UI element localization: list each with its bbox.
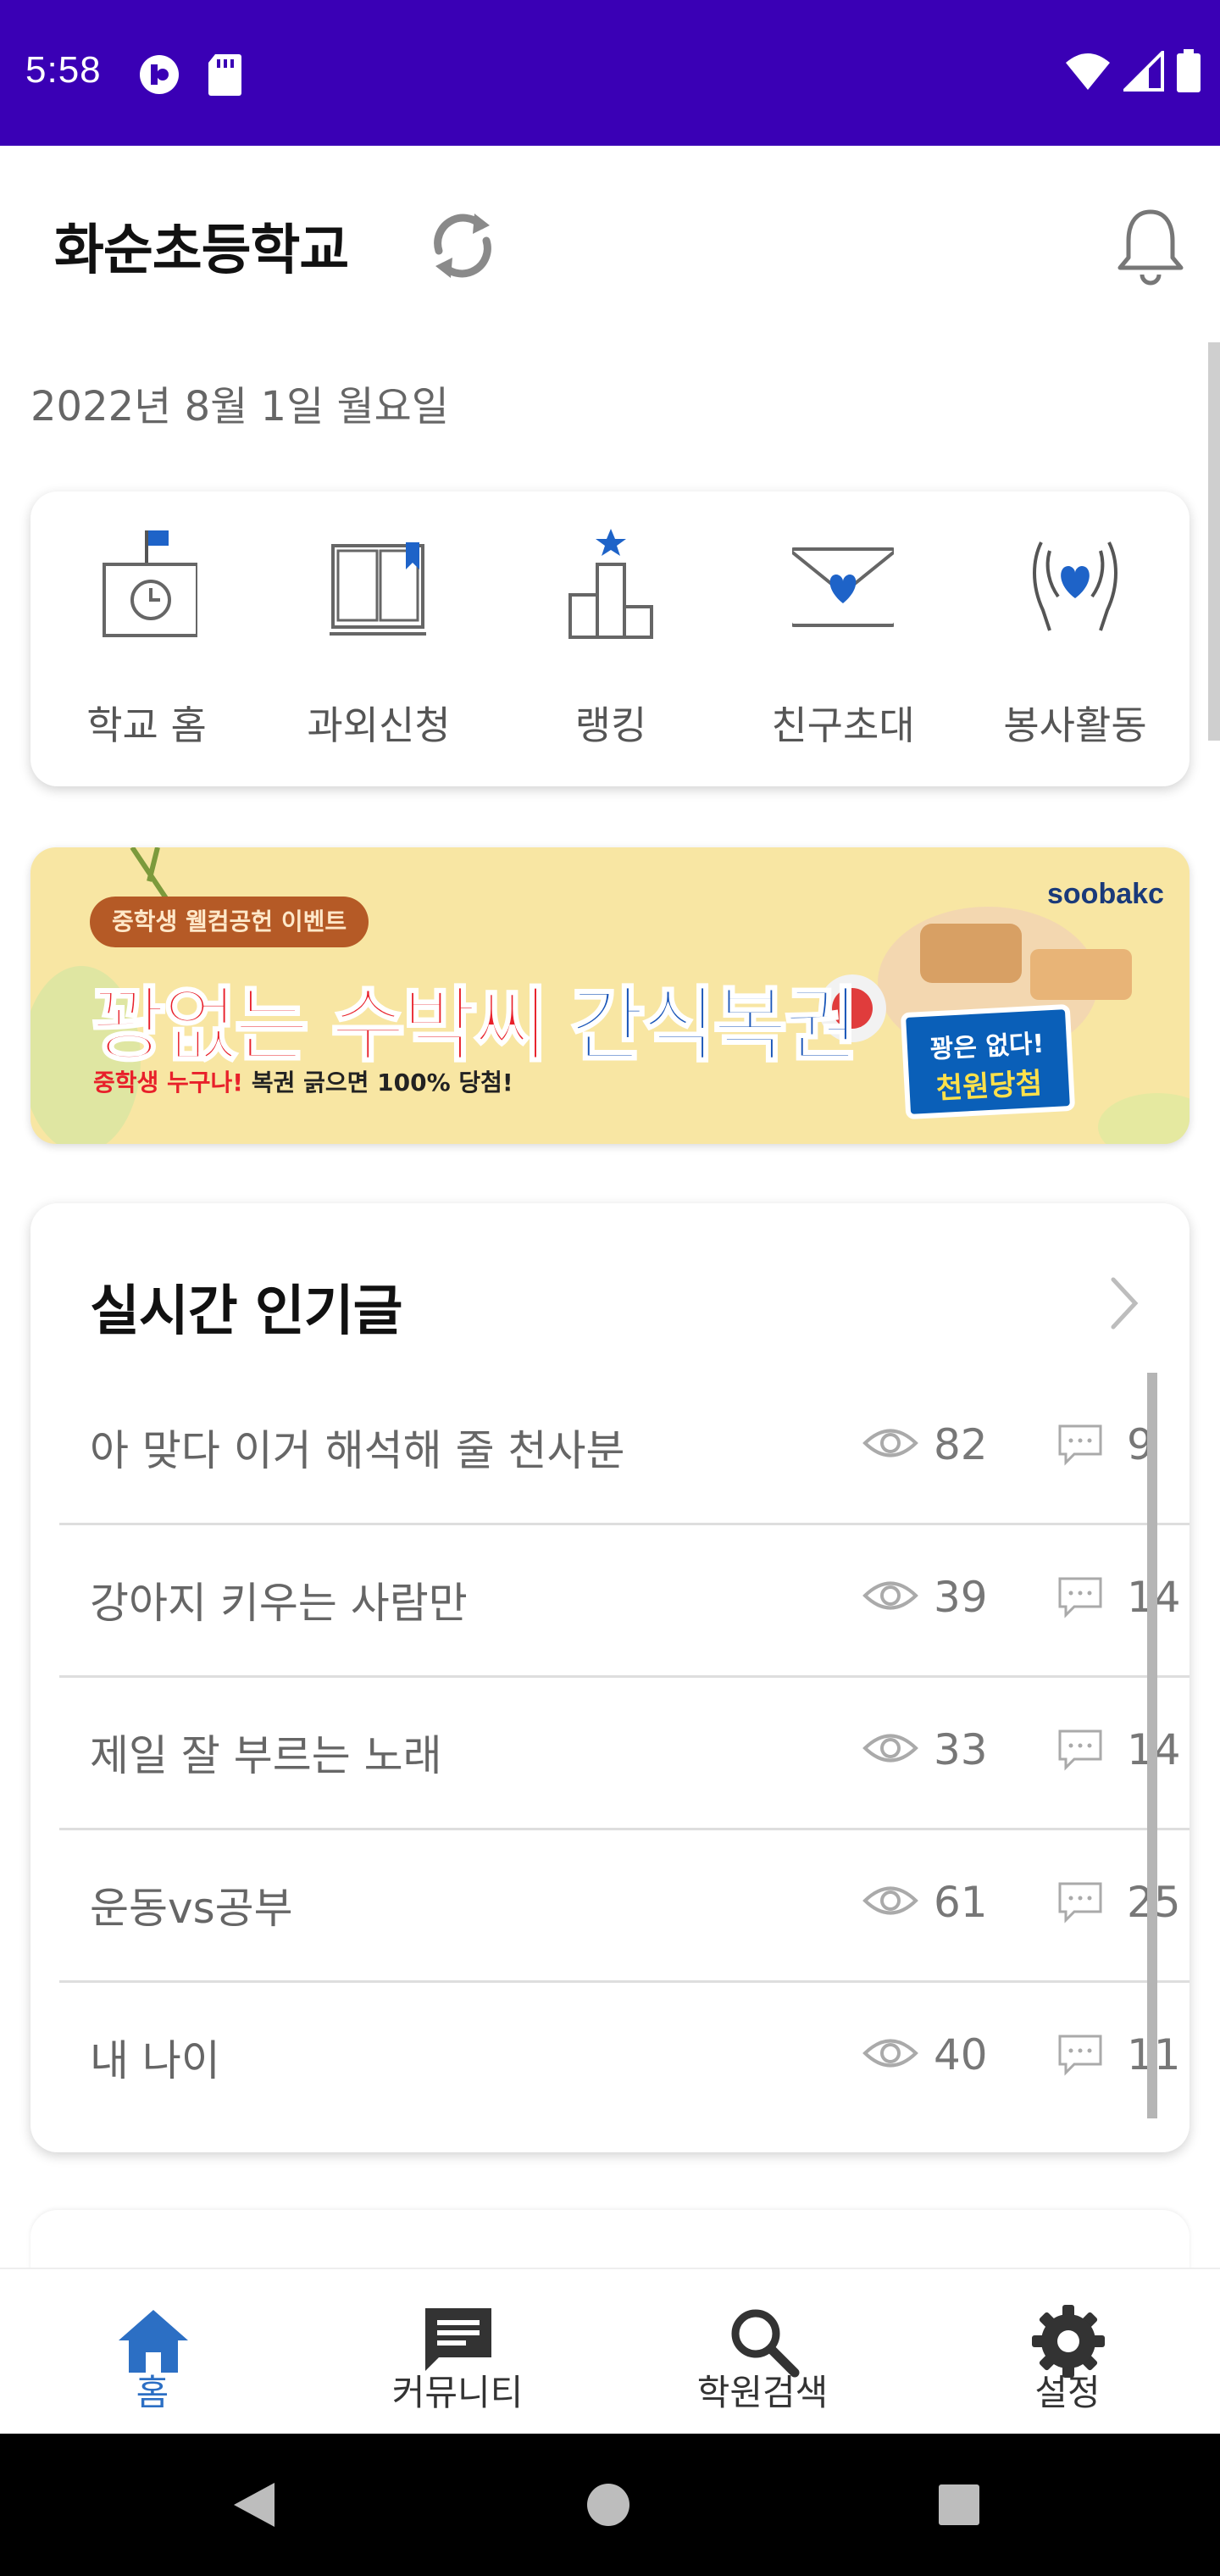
status-bar: 5:58 — [0, 0, 1220, 146]
nav-label: 커뮤니티 — [391, 2372, 524, 2413]
school-clock-icon — [103, 530, 197, 637]
post-views: 82 — [934, 1420, 988, 1469]
menu-label: 랭킹 — [574, 702, 647, 748]
post-row[interactable]: 내 나이 40 11 — [59, 1983, 1190, 2135]
menu-label: 친구초대 — [771, 702, 915, 748]
post-views: 33 — [934, 1725, 988, 1774]
event-banner[interactable]: 중학생 웰컴공헌 이벤트 꽝없는 수박씨 간식복권 중학생 누구나! 복권 긁으… — [30, 847, 1190, 1144]
refresh-button[interactable] — [422, 205, 503, 286]
post-views: 61 — [934, 1878, 988, 1927]
invite-envelope-icon — [792, 547, 894, 627]
menu-item-volunteer[interactable]: 봉사활동 — [959, 525, 1191, 748]
wifi-icon — [1066, 53, 1110, 90]
banner-sub-highlight: 중학생 누구나! — [93, 1069, 244, 1096]
nav-academy-search[interactable]: 학원검색 — [610, 2269, 915, 2435]
popular-posts-title: 실시간 인기글 — [90, 1280, 403, 1343]
quick-menu-card: 학교 홈 과외신청 랭킹 친구초대 봉사활동 — [30, 491, 1190, 786]
banner-headline: 꽝없는 수박씨 간식복권 — [90, 959, 860, 1077]
comment-icon — [1058, 1424, 1102, 1466]
bell-icon — [1117, 209, 1184, 286]
cell-signal-icon — [1123, 51, 1164, 92]
volunteer-hands-icon — [1033, 541, 1117, 631]
notification-button[interactable] — [1108, 203, 1193, 288]
comment-icon — [1058, 2035, 1102, 2076]
date-text: 2022년 8월 1일 월요일 — [30, 383, 449, 430]
post-title: 아 맞다 이거 해석해 줄 천사분 — [90, 1426, 625, 1475]
recents-icon[interactable] — [937, 2483, 981, 2527]
menu-item-ranking[interactable]: 랭킹 — [495, 525, 727, 748]
menu-item-tutoring[interactable]: 과외신청 — [263, 525, 495, 748]
post-views: 40 — [934, 2030, 988, 2079]
comment-icon — [1058, 1882, 1102, 1924]
eye-icon — [862, 1734, 918, 1763]
ticket-line2: 천원당첨 — [934, 1066, 1044, 1107]
back-icon[interactable] — [230, 2479, 278, 2530]
post-views: 39 — [934, 1573, 988, 1622]
banner-headline-blue: 간식복권 — [568, 977, 860, 1074]
nav-home[interactable]: 홈 — [0, 2269, 305, 2435]
menu-label: 과외신청 — [307, 702, 451, 748]
status-time: 5:58 — [25, 49, 102, 91]
status-icons — [1064, 49, 1201, 93]
popular-posts-card: 실시간 인기글 아 맞다 이거 해석해 줄 천사분 82 9 강아지 키우는 사… — [30, 1203, 1190, 2152]
post-title: 강아지 키우는 사람만 — [90, 1579, 468, 1628]
eye-icon — [862, 1429, 918, 1457]
posts-scrollbar[interactable] — [1147, 1373, 1157, 2118]
post-title: 내 나이 — [90, 2036, 220, 2085]
menu-item-school-home[interactable]: 학교 홈 — [30, 525, 263, 748]
nav-label: 학원검색 — [696, 2372, 829, 2413]
school-name[interactable]: 화순초등학교 — [54, 207, 349, 285]
post-row[interactable]: 강아지 키우는 사람만 39 14 — [59, 1525, 1190, 1678]
home-circle-icon[interactable] — [585, 2481, 632, 2529]
popular-posts-more-button[interactable] — [1098, 1269, 1149, 1337]
banner-brand-logo: soobakc — [1047, 878, 1164, 910]
banner-subtitle: 중학생 누구나! 복권 긁으면 100% 당첨! — [93, 1064, 513, 1098]
sync-status-icon — [140, 55, 179, 94]
nav-settings[interactable]: 설정 — [915, 2269, 1220, 2435]
post-title: 운동vs공부 — [90, 1884, 293, 1933]
post-title: 제일 잘 부르는 노래 — [90, 1731, 442, 1780]
banner-sub-rest: 복권 긁으면 100% 당첨! — [243, 1069, 513, 1096]
comment-icon — [1058, 1729, 1102, 1771]
header: 화순초등학교 — [0, 146, 1220, 341]
eye-icon — [862, 2039, 918, 2068]
bottom-navigation: 홈 커뮤니티 학원검색 설정 — [0, 2268, 1220, 2434]
eye-icon — [862, 1581, 918, 1610]
refresh-icon — [434, 214, 491, 278]
system-navigation-bar — [0, 2434, 1220, 2576]
ranking-podium-icon — [568, 529, 653, 639]
menu-label: 학교 홈 — [86, 702, 207, 748]
menu-label: 봉사활동 — [1003, 702, 1147, 748]
sd-card-icon — [208, 54, 241, 96]
menu-item-invite[interactable]: 친구초대 — [727, 525, 959, 748]
nav-label: 홈 — [136, 2372, 169, 2413]
nav-community[interactable]: 커뮤니티 — [305, 2269, 610, 2435]
chevron-right-icon — [1111, 1277, 1139, 1330]
battery-icon — [1177, 49, 1201, 92]
banner-headline-red: 꽝없는 수박씨 — [90, 977, 549, 1074]
lottery-ticket: 꽝은 없다! 천원당첨 — [900, 1003, 1076, 1120]
post-row[interactable]: 제일 잘 부르는 노래 33 14 — [59, 1678, 1190, 1830]
banner-event-pill: 중학생 웰컴공헌 이벤트 — [90, 897, 369, 947]
comment-icon — [1058, 1577, 1102, 1618]
nav-label: 설정 — [1034, 2372, 1101, 2413]
post-row[interactable]: 아 맞다 이거 해석해 줄 천사분 82 9 — [59, 1373, 1190, 1525]
book-icon — [330, 542, 426, 636]
page-scrollbar[interactable] — [1208, 342, 1220, 741]
eye-icon — [862, 1886, 918, 1915]
post-row[interactable]: 운동vs공부 61 25 — [59, 1830, 1190, 1983]
